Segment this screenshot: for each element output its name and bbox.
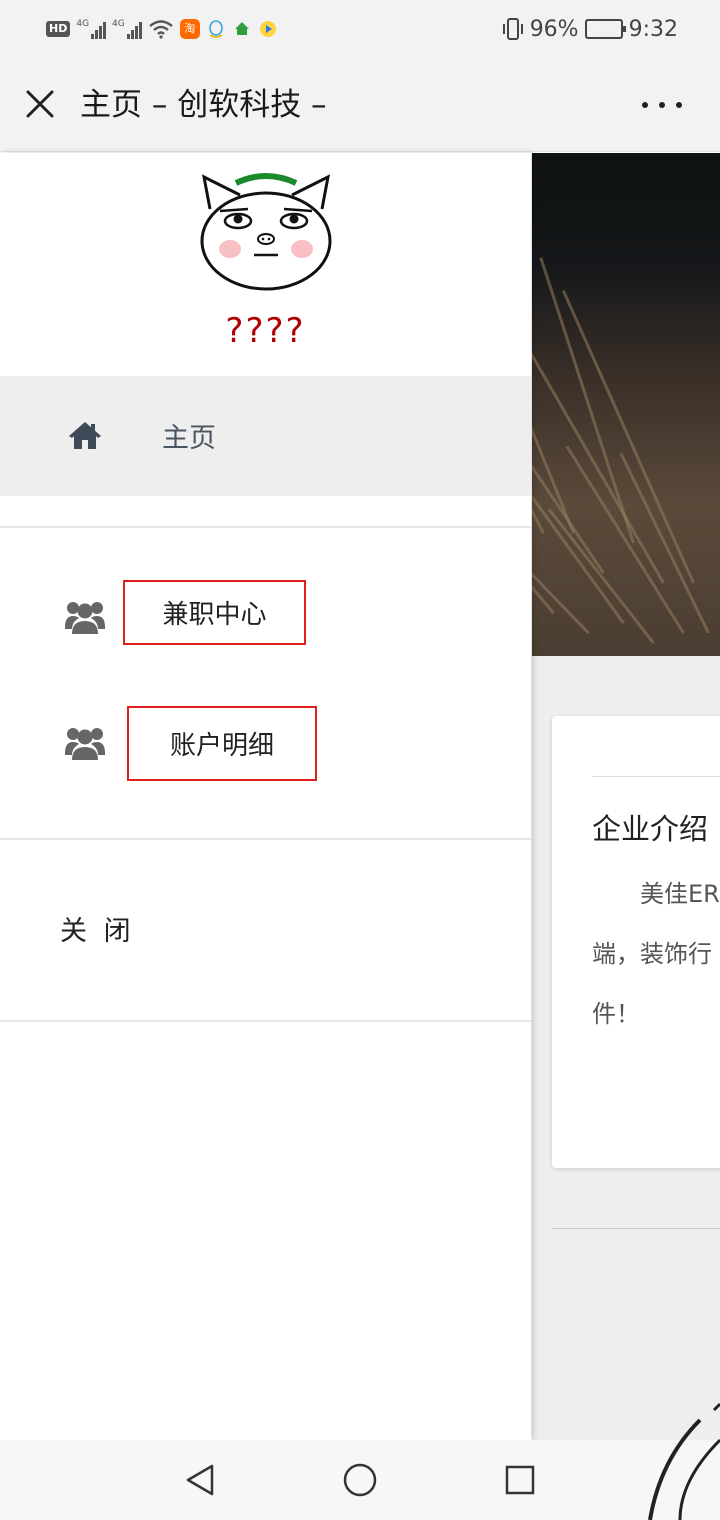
card-body: 美佳ER 端，装饰行 件！ xyxy=(592,864,720,1044)
page-title: 主页 – 创软科技 – xyxy=(80,87,327,123)
wifi-icon xyxy=(148,20,173,39)
close-icon[interactable] xyxy=(22,86,58,122)
more-dots-icon[interactable] xyxy=(642,90,682,120)
signal-2-icon: 4G xyxy=(112,19,142,39)
page-divider xyxy=(552,1228,720,1229)
status-icons-right: 96% 9:32 xyxy=(502,15,678,43)
users-group-icon xyxy=(65,728,105,760)
battery-icon xyxy=(584,19,626,39)
divider-bottom xyxy=(0,1020,531,1022)
home-label: 主页 xyxy=(162,423,216,454)
menu-item-parttime[interactable]: 兼职中心 xyxy=(0,579,531,659)
video-app-icon xyxy=(259,21,276,37)
back-triangle-icon[interactable] xyxy=(180,1460,220,1500)
card-title: 企业介绍 xyxy=(592,812,709,846)
menu-item-home[interactable]: 主页 xyxy=(0,376,531,496)
wheat-stalk xyxy=(532,339,665,584)
intro-card: 企业介绍 美佳ER 端，装饰行 件！ xyxy=(552,716,720,1168)
home-app-icon xyxy=(234,22,249,35)
status-icons-left: HD 4G 4G 淘 xyxy=(46,16,278,42)
status-bar: HD 4G 4G 淘 96% 9:32 xyxy=(0,0,720,58)
clock: 9:32 xyxy=(628,16,678,42)
card-line-1: 美佳ER xyxy=(592,880,720,908)
avatar[interactable] xyxy=(196,171,336,293)
parttime-center-link[interactable]: 兼职中心 xyxy=(123,580,306,645)
signal-1-icon: 4G xyxy=(76,19,107,39)
recents-square-icon[interactable] xyxy=(500,1460,540,1500)
home-circle-icon[interactable] xyxy=(340,1460,380,1500)
username: ???? xyxy=(225,311,306,351)
qq-icon xyxy=(208,20,223,38)
card-line-2: 端，装饰行 xyxy=(592,940,712,968)
account-detail-link[interactable]: 账户明细 xyxy=(127,706,317,781)
floating-sticker xyxy=(648,1402,720,1520)
card-line-3: 件！ xyxy=(592,1000,640,1028)
side-drawer: ???? 主页 兼职中心 账户明细 关 闭 xyxy=(0,153,531,1440)
close-drawer-button[interactable]: 关 闭 xyxy=(60,909,135,948)
divider-top xyxy=(0,526,531,528)
taobao-icon: 淘 xyxy=(179,19,200,39)
menu-item-account[interactable]: 账户明细 xyxy=(0,705,531,785)
navigation-bar xyxy=(0,1402,720,1520)
wheat-stalk xyxy=(547,508,655,644)
battery-percent: 96% xyxy=(529,16,579,42)
vibrate-icon xyxy=(502,18,523,40)
users-group-icon xyxy=(65,602,105,634)
divider-middle xyxy=(0,838,531,840)
title-bar: 主页 – 创软科技 – xyxy=(0,58,720,152)
hd-badge: HD xyxy=(46,21,71,37)
main-page: 企业介绍 美佳ER 端，装饰行 件！ xyxy=(532,153,720,1440)
hero-image xyxy=(532,153,720,656)
card-divider xyxy=(592,776,720,777)
home-icon xyxy=(69,422,101,449)
